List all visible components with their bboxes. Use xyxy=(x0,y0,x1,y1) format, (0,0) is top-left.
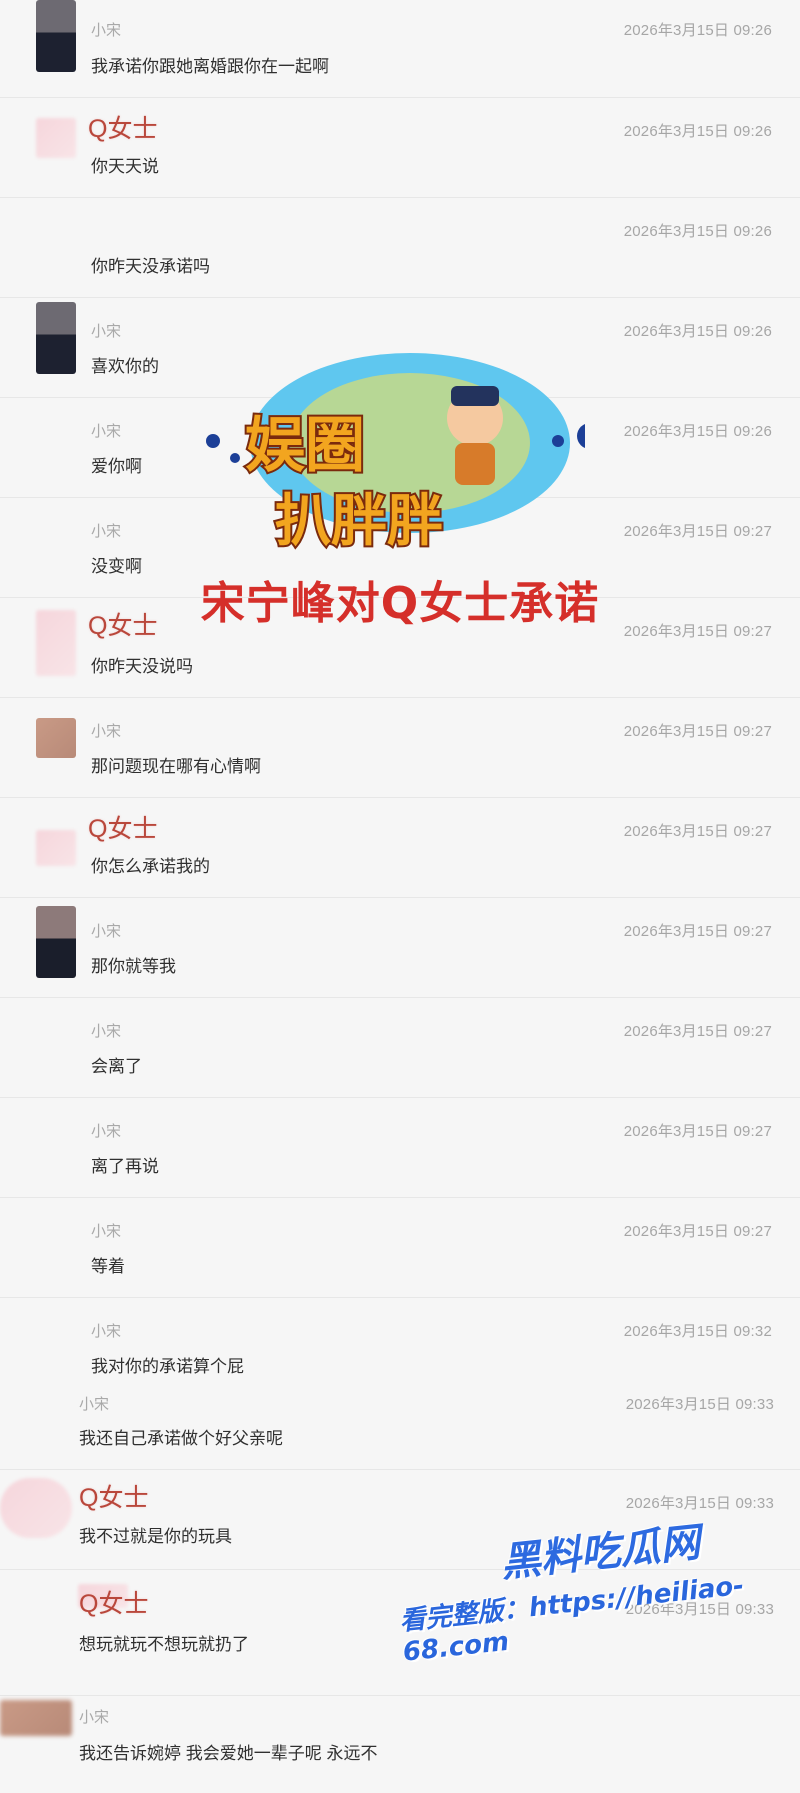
avatar xyxy=(36,718,76,758)
message-text: 那问题现在哪有心情啊 xyxy=(91,757,261,776)
timestamp: 2026年3月15日 09:27 xyxy=(623,923,772,940)
overlay-caption: 宋宁峰对Q女士承诺 xyxy=(200,578,600,629)
message-text: 离了再说 xyxy=(91,1157,159,1176)
timestamp: 2026年3月15日 09:33 xyxy=(625,1396,774,1413)
sender-name: Q女士 xyxy=(88,815,158,843)
message-text: 我还自己承诺做个好父亲呢 xyxy=(79,1429,283,1448)
message-text: 爱你啊 xyxy=(91,457,142,476)
message-text: 那你就等我 xyxy=(91,957,176,976)
chat-message[interactable]: 小宋 2026年3月15日 09:27 离了再说 xyxy=(0,1098,800,1198)
sender-name: 小宋 xyxy=(91,323,122,340)
logo-graphic-icon: 娱圈 扒胖胖 xyxy=(206,353,603,556)
sender-name: 小宋 xyxy=(91,523,122,540)
sender-name: 小宋 xyxy=(91,923,122,940)
timestamp: 2026年3月15日 09:26 xyxy=(623,22,772,39)
chat-message[interactable]: Q女士 2026年3月15日 09:27 你怎么承诺我的 xyxy=(0,798,800,898)
message-text: 你天天说 xyxy=(91,157,159,176)
sender-name: Q女士 xyxy=(79,1484,149,1512)
avatar xyxy=(36,302,76,374)
sender-name: 小宋 xyxy=(91,723,122,740)
avatar xyxy=(0,1700,72,1736)
message-text: 想玩就玩不想玩就扔了 xyxy=(79,1635,249,1654)
message-text: 你昨天没承诺吗 xyxy=(91,257,210,276)
avatar xyxy=(0,1478,72,1538)
message-text: 你昨天没说吗 xyxy=(91,657,193,676)
sender-name: 小宋 xyxy=(91,1323,122,1340)
message-text: 我对你的承诺算个屁 xyxy=(91,1357,244,1376)
chat-message[interactable]: Q女士 2026年3月15日 09:26 你天天说 xyxy=(0,98,800,198)
timestamp: 2026年3月15日 09:32 xyxy=(623,1323,772,1340)
message-text: 等着 xyxy=(91,1257,125,1276)
chat-message[interactable]: 小宋 我还告诉婉婷 我会爱她一辈子呢 永远不 xyxy=(0,1696,800,1793)
sender-name: 小宋 xyxy=(91,1023,122,1040)
chat-message[interactable]: 小宋 2026年3月15日 09:33 我还自己承诺做个好父亲呢 xyxy=(0,1386,800,1470)
message-text: 会离了 xyxy=(91,1057,142,1076)
chat-message[interactable]: 小宋 2026年3月15日 09:27 等着 xyxy=(0,1198,800,1298)
sender-name: 小宋 xyxy=(91,1123,122,1140)
message-text: 喜欢你的 xyxy=(91,357,159,376)
avatar xyxy=(36,830,76,866)
sender-name: Q女士 xyxy=(88,115,158,143)
timestamp: 2026年3月15日 09:33 xyxy=(625,1495,774,1512)
avatar xyxy=(36,118,76,158)
sender-name: 小宋 xyxy=(91,22,122,39)
avatar xyxy=(36,0,76,72)
message-text: 我不过就是你的玩具 xyxy=(79,1527,232,1546)
timestamp: 2026年3月15日 09:27 xyxy=(623,1223,772,1240)
sender-name: 小宋 xyxy=(91,423,122,440)
chat-message[interactable]: 小宋 2026年3月15日 09:26 我承诺你跟她离婚跟你在一起啊 xyxy=(0,0,800,98)
brand-logo: 娱圈 扒胖胖 xyxy=(205,348,603,563)
timestamp: 2026年3月15日 09:27 xyxy=(623,523,772,540)
timestamp: 2026年3月15日 09:27 xyxy=(623,1023,772,1040)
chat-message[interactable]: 小宋 2026年3月15日 09:32 我对你的承诺算个屁 xyxy=(0,1298,800,1386)
message-text: 你怎么承诺我的 xyxy=(91,857,210,876)
message-text: 我还告诉婉婷 我会爱她一辈子呢 永远不 xyxy=(79,1744,378,1763)
logo-title-bottom: 扒胖胖 xyxy=(275,489,443,554)
sender-name: 小宋 xyxy=(91,1223,122,1240)
sender-name: 小宋 xyxy=(79,1396,110,1413)
sender-name: Q女士 xyxy=(79,1590,149,1618)
avatar xyxy=(36,906,76,978)
timestamp: 2026年3月15日 09:26 xyxy=(623,223,772,240)
chat-message[interactable]: 小宋 2026年3月15日 09:27 那你就等我 xyxy=(0,898,800,998)
message-text: 我承诺你跟她离婚跟你在一起啊 xyxy=(91,57,329,76)
chat-message[interactable]: 小宋 2026年3月15日 09:27 会离了 xyxy=(0,998,800,1098)
timestamp: 2026年3月15日 09:27 xyxy=(623,723,772,740)
timestamp: 2026年3月15日 09:27 xyxy=(623,1123,772,1140)
timestamp: 2026年3月15日 09:26 xyxy=(623,323,772,340)
chat-message[interactable]: 小宋 2026年3月15日 09:27 那问题现在哪有心情啊 xyxy=(0,698,800,798)
chat-message[interactable]: 2026年3月15日 09:26 你昨天没承诺吗 xyxy=(0,198,800,298)
timestamp: 2026年3月15日 09:27 xyxy=(623,823,772,840)
timestamp: 2026年3月15日 09:26 xyxy=(623,123,772,140)
timestamp: 2026年3月15日 09:26 xyxy=(623,423,772,440)
sender-name: 小宋 xyxy=(79,1709,110,1726)
logo-title-top: 娱圈 xyxy=(245,411,365,481)
